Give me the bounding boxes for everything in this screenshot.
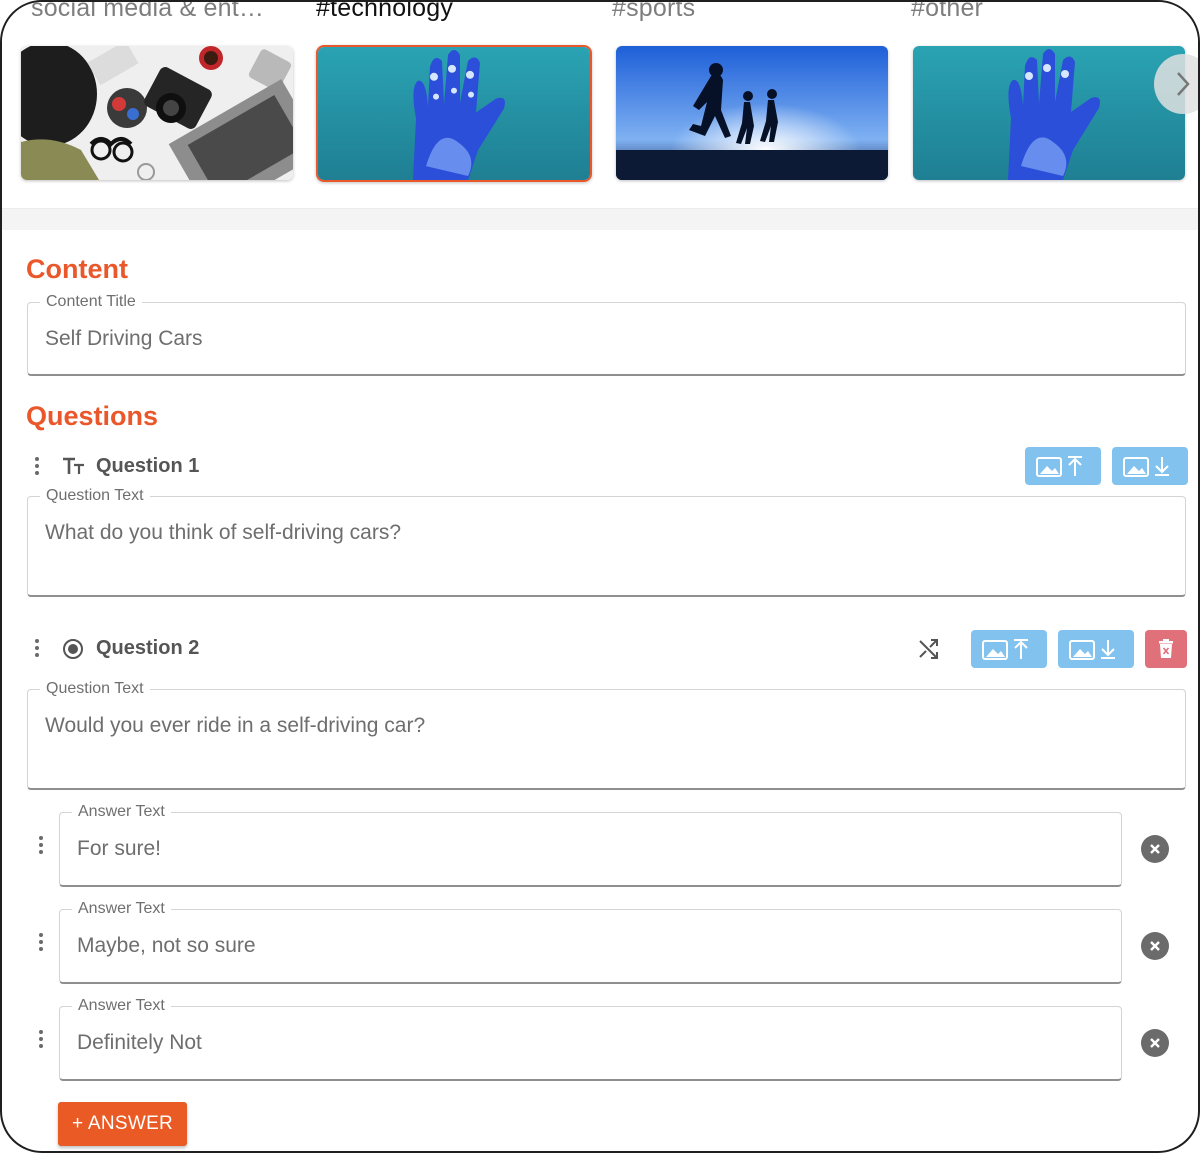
category-thumbnail[interactable] — [21, 46, 293, 180]
category-thumbnail[interactable] — [913, 46, 1185, 180]
drag-handle-icon[interactable] — [35, 457, 41, 478]
question-text-field[interactable]: Question Text Would you ever ride in a s… — [27, 680, 1186, 790]
download-image-button[interactable] — [1112, 447, 1188, 485]
category-label: #other — [911, 0, 984, 22]
remove-answer-button[interactable] — [1141, 1029, 1169, 1057]
trash-icon — [1159, 639, 1173, 658]
shuffle-icon[interactable] — [917, 637, 941, 661]
close-icon — [1150, 941, 1160, 951]
chevron-right-icon — [1177, 72, 1190, 96]
remove-answer-button[interactable] — [1141, 932, 1169, 960]
answer-drag-handle-icon[interactable] — [39, 933, 45, 954]
runners-image — [616, 46, 888, 180]
questions-heading: Questions — [26, 401, 159, 431]
answer-input[interactable]: Definitely Not — [77, 1031, 202, 1055]
question-title: Question 1 — [96, 455, 200, 477]
upload-image-button[interactable] — [1025, 447, 1101, 485]
download-image-button[interactable] — [1058, 630, 1134, 668]
category-thumbnail[interactable] — [616, 46, 888, 180]
field-label: Answer Text — [72, 803, 171, 821]
field-label: Answer Text — [72, 900, 171, 918]
flatlay-image — [21, 46, 293, 180]
text-type-icon — [63, 457, 84, 474]
field-label: Question Text — [40, 487, 150, 505]
section-divider — [2, 208, 1198, 230]
question-title: Question 2 — [96, 637, 200, 659]
app-frame: social media & ent… #technology #sports … — [0, 0, 1200, 1153]
image-download-icon — [1069, 640, 1115, 660]
robot-hand-image — [913, 46, 1185, 180]
field-label: Question Text — [40, 680, 150, 698]
category-label: social media & ent… — [31, 0, 265, 22]
category-label: #sports — [612, 0, 696, 22]
radio-type-icon — [63, 639, 83, 659]
answer-drag-handle-icon[interactable] — [39, 836, 45, 857]
question-text-field[interactable]: Question Text What do you think of self-… — [27, 487, 1186, 597]
category-carousel: social media & ent… #technology #sports … — [2, 0, 1198, 208]
field-label: Content Title — [40, 293, 142, 311]
robot-hand-image — [318, 47, 590, 180]
answer-input[interactable]: Maybe, not so sure — [77, 934, 256, 958]
category-thumbnail-selected[interactable] — [316, 45, 592, 182]
field-label: Answer Text — [72, 997, 171, 1015]
image-upload-icon — [1036, 456, 1082, 477]
drag-handle-icon[interactable] — [35, 639, 41, 660]
content-heading: Content — [26, 254, 128, 284]
delete-question-button[interactable] — [1145, 630, 1187, 668]
question-text-input[interactable]: What do you think of self-driving cars? — [45, 521, 401, 545]
answer-field[interactable]: Answer Text For sure! — [59, 803, 1122, 887]
upload-image-button[interactable] — [971, 630, 1047, 668]
image-upload-icon — [982, 639, 1028, 660]
add-answer-button[interactable]: + ANSWER — [58, 1102, 187, 1146]
content-title-input[interactable]: Self Driving Cars — [45, 327, 203, 351]
remove-answer-button[interactable] — [1141, 835, 1169, 863]
answer-field[interactable]: Answer Text Maybe, not so sure — [59, 900, 1122, 984]
answer-input[interactable]: For sure! — [77, 837, 161, 861]
close-icon — [1150, 1038, 1160, 1048]
answer-field[interactable]: Answer Text Definitely Not — [59, 997, 1122, 1081]
answer-drag-handle-icon[interactable] — [39, 1030, 45, 1051]
question-text-input[interactable]: Would you ever ride in a self-driving ca… — [45, 714, 425, 738]
content-title-field[interactable]: Content Title Self Driving Cars — [27, 293, 1186, 376]
close-icon — [1150, 844, 1160, 854]
category-label: #technology — [316, 0, 454, 22]
image-download-icon — [1123, 457, 1169, 477]
